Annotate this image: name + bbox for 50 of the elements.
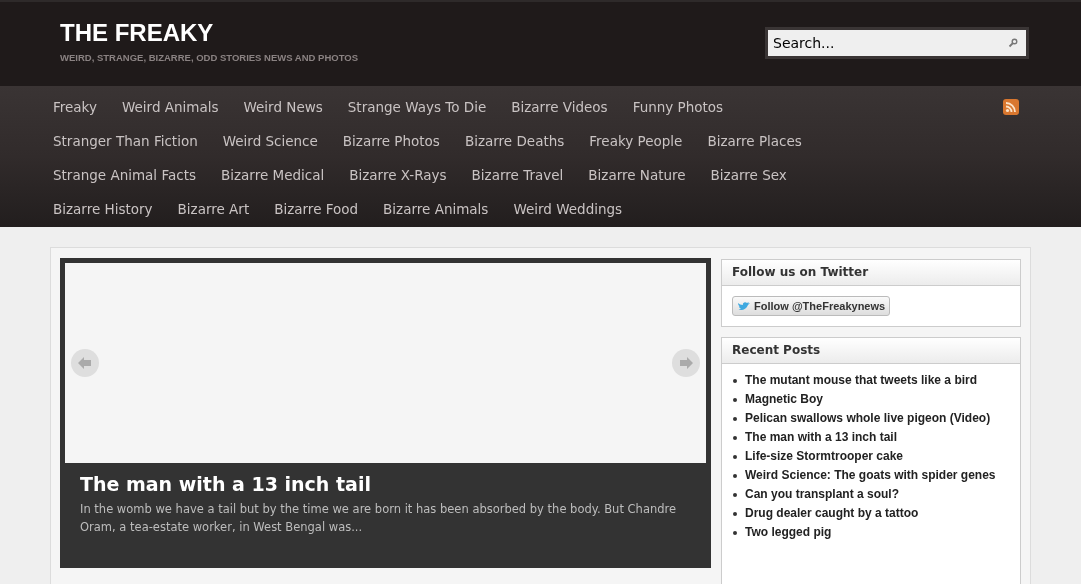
post-link[interactable]: The man with a 13 inch tail: [745, 430, 898, 445]
rss-feed-icon[interactable]: [1003, 99, 1019, 115]
site-title[interactable]: THE FREAKY: [60, 19, 359, 47]
bullet-icon: [733, 417, 737, 421]
site-tagline: WEIRD, STRANGE, BIZARRE, ODD STORIES NEWS AND PHOTOS: [60, 51, 359, 65]
bird-icon: [737, 300, 751, 312]
post-link[interactable]: Weird Science: The goats with spider genes: [745, 468, 996, 483]
post-link[interactable]: Pelican swallows whole live pigeon (Video): [745, 411, 991, 426]
bullet-icon: [733, 493, 737, 497]
bullet-icon: [733, 398, 737, 402]
nav-link[interactable]: Bizarre Places: [707, 130, 802, 152]
nav-link[interactable]: Stranger Than Fiction: [53, 130, 198, 152]
nav-link[interactable]: Bizarre Medical: [220, 164, 325, 186]
search-field[interactable]: Search...: [765, 27, 1029, 59]
nav-link[interactable]: Freaky: [53, 96, 97, 118]
slide-excerpt: In the womb we have a tail but by the time we are born it has been absorbed by the body. But Chandre Oram, a tea-estate worker, in West Bengal was...: [80, 501, 678, 536]
bullet-icon: [733, 531, 737, 535]
post-link[interactable]: The mutant mouse that tweets like a bird: [745, 373, 978, 388]
bullet-icon: [733, 379, 737, 383]
nav-link[interactable]: Weird Science: [222, 130, 318, 152]
post-link[interactable]: Drug dealer caught by a tattoo: [745, 506, 919, 521]
bullet-icon: [733, 512, 737, 516]
follow-button[interactable]: Follow @TheFreakynews: [732, 296, 891, 316]
slide-title[interactable]: The man with a 13 inch tail: [80, 471, 691, 497]
nav-link[interactable]: Funny Photos: [632, 96, 724, 118]
nav-link[interactable]: Bizarre Deaths: [464, 130, 565, 152]
bullet-icon: [733, 455, 737, 459]
post-link[interactable]: Life-size Stormtrooper cake: [745, 449, 904, 464]
nav-link[interactable]: Weird Animals: [121, 96, 219, 118]
nav-link[interactable]: Bizarre Animals: [383, 198, 489, 220]
nav-link[interactable]: Bizarre Sex: [710, 164, 787, 186]
nav-link[interactable]: Bizarre Art: [177, 198, 250, 220]
nav-link[interactable]: Weird Weddings: [513, 198, 623, 220]
nav-link[interactable]: Bizarre Videos: [511, 96, 608, 118]
nav-link[interactable]: Weird News: [243, 96, 323, 118]
post-link[interactable]: Magnetic Boy: [745, 392, 823, 407]
bullet-icon: [733, 436, 737, 440]
post-link[interactable]: Two legged pig: [745, 525, 832, 540]
bullet-icon: [733, 474, 737, 478]
nav-link[interactable]: Bizarre Travel: [471, 164, 564, 186]
nav-link[interactable]: Strange Ways To Die: [347, 96, 487, 118]
nav-link[interactable]: Bizarre X-Rays: [349, 164, 447, 186]
nav-link[interactable]: Bizarre History: [53, 198, 153, 220]
nav-link[interactable]: Bizarre Food: [274, 198, 359, 220]
post-link[interactable]: Can you transplant a soul?: [745, 487, 900, 502]
nav-link[interactable]: Strange Animal Facts: [53, 164, 196, 186]
search-icon[interactable]: [1008, 38, 1018, 48]
nav-link[interactable]: Bizarre Photos: [342, 130, 440, 152]
nav-link[interactable]: Freaky People: [589, 130, 683, 152]
nav-link[interactable]: Bizarre Nature: [588, 164, 686, 186]
